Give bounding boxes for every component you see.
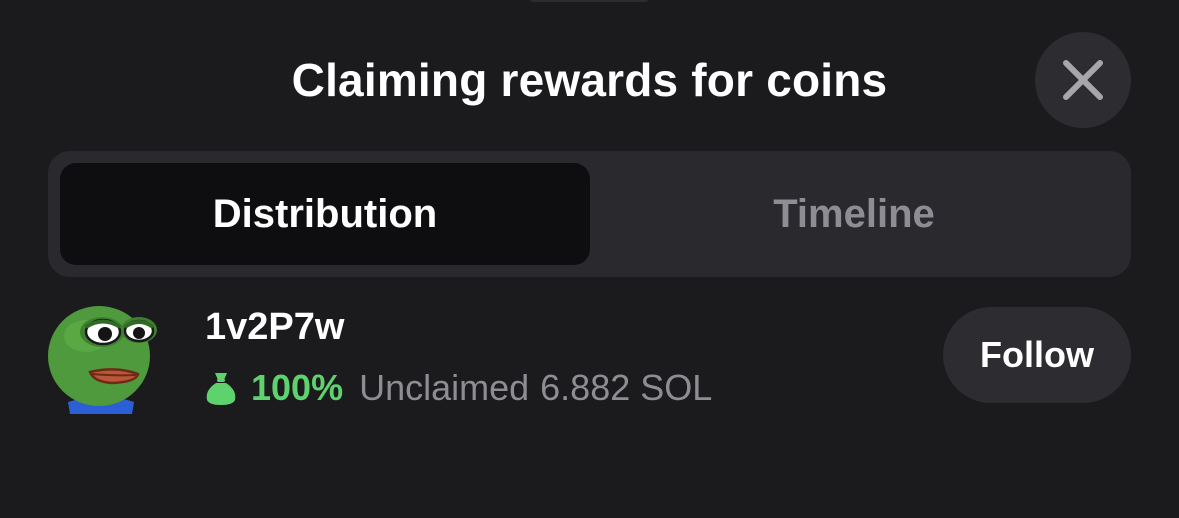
unclaimed-label: Unclaimed [359,367,530,408]
tab-timeline[interactable]: Timeline [589,163,1119,265]
sheet-title: Claiming rewards for coins [291,54,888,106]
close-icon [1063,60,1103,100]
sheet-grabber[interactable] [530,0,648,2]
money-bag-icon [206,373,236,405]
holder-name[interactable]: 1v2P7w [205,304,344,350]
tab-switcher: Distribution Timeline [48,151,1131,277]
claim-rewards-sheet: Claiming rewards for coins Distribution … [0,0,1179,518]
claim-percent: 100% [251,367,344,408]
unclaimed-amount: 6.882 SOL [540,367,713,408]
holder-stats: 100% Unclaimed 6.882 SOL [205,364,712,412]
close-button[interactable] [1035,32,1131,128]
tab-distribution[interactable]: Distribution [60,163,590,265]
avatar[interactable] [46,296,158,414]
follow-button[interactable]: Follow [943,307,1131,403]
